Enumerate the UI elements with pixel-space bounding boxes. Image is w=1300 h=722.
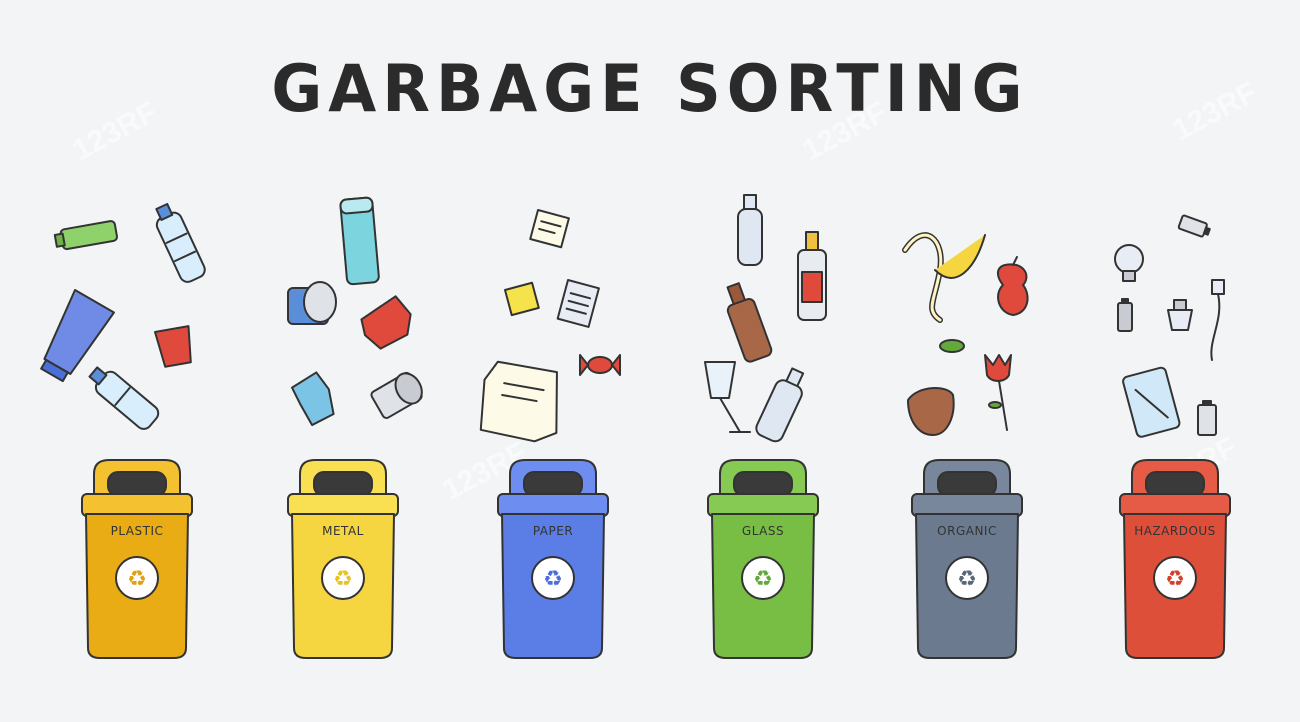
svg-text:♻: ♻ [127, 567, 147, 592]
waste-items [40, 194, 1225, 443]
glass-icon [704, 361, 751, 433]
bin-organic[interactable]: ♻ ORGANIC [910, 458, 1024, 661]
svg-text:♻: ♻ [753, 567, 773, 592]
bulb-icon [1114, 244, 1144, 282]
cable-icon [1210, 279, 1225, 361]
paper-sheet-icon [479, 360, 558, 443]
bottle-icon [726, 282, 773, 363]
leaf-icon [939, 339, 965, 353]
svg-text:♻: ♻ [543, 567, 563, 592]
battery-icon [1117, 298, 1133, 332]
bin-paper[interactable]: ♻ PAPER [496, 458, 610, 661]
peel-icon [907, 387, 955, 436]
bottle-icon [88, 366, 160, 430]
bin-label: GLASS [741, 524, 785, 538]
bin-hazardous[interactable]: ♻ HAZARDOUS [1118, 458, 1232, 661]
apple-core-icon [997, 256, 1029, 316]
bin-metal[interactable]: ♻ METAL [286, 458, 400, 661]
tube-icon [53, 220, 119, 251]
bin-label: HAZARDOUS [1134, 524, 1216, 538]
battery-icon [1197, 400, 1217, 436]
bin-label: PAPER [532, 524, 574, 538]
svg-text:♻: ♻ [333, 567, 353, 592]
phone-icon [1122, 366, 1181, 438]
paper-icon [529, 209, 570, 249]
cup-icon [154, 325, 192, 368]
bin-label: PLASTIC [110, 524, 164, 538]
svg-text:♻: ♻ [957, 567, 977, 592]
bottle-icon [755, 367, 805, 443]
sticky-note-icon [503, 281, 540, 317]
svg-text:♻: ♻ [1165, 567, 1185, 592]
bottle-icon [797, 231, 827, 321]
bin-plastic[interactable]: ♻ PLASTIC [80, 458, 194, 661]
bottle-icon [737, 194, 763, 266]
bottle-icon [155, 202, 206, 283]
candy-icon [579, 354, 621, 376]
can-icon [287, 281, 337, 325]
crushed-can-icon [291, 371, 335, 427]
crushed-can-icon [360, 295, 412, 350]
battery-icon [1177, 214, 1211, 238]
flower-icon [984, 354, 1012, 431]
bin-label: ORGANIC [937, 524, 997, 538]
banana-icon [902, 232, 986, 323]
bin-label: METAL [322, 524, 364, 538]
can-icon [339, 196, 380, 286]
bulb-icon [1167, 299, 1193, 331]
bin-glass[interactable]: ♻ GLASS [706, 458, 820, 661]
notepad-icon [556, 279, 600, 328]
can-icon [370, 371, 423, 419]
